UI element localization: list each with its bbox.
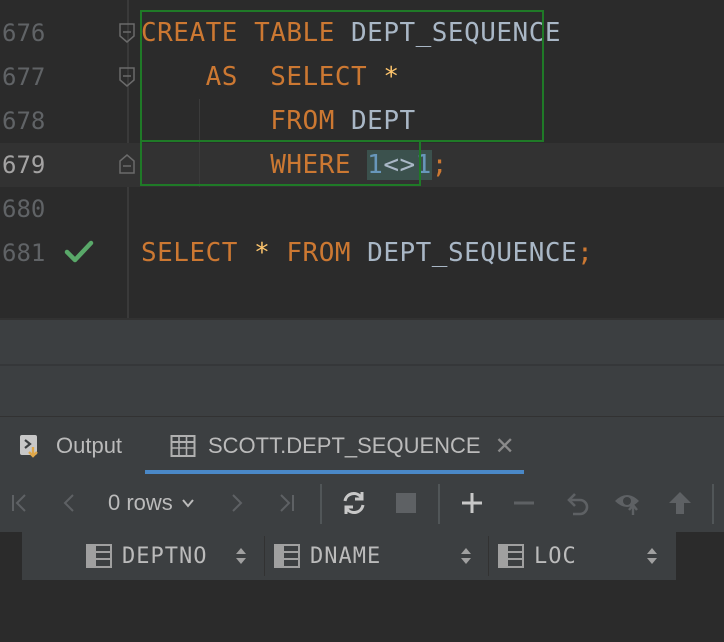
tab-label: Output xyxy=(56,433,123,458)
execution-success-icon xyxy=(64,240,94,263)
preview-icon xyxy=(615,495,639,515)
sort-icon[interactable] xyxy=(646,546,658,566)
line-number: 677 xyxy=(2,63,46,91)
column-separator[interactable] xyxy=(264,536,265,576)
column-header-loc[interactable]: LOC xyxy=(498,532,577,580)
submit-icon xyxy=(669,492,691,514)
statement-highlight-box xyxy=(140,141,421,186)
row-count-dropdown[interactable]: 0 rows xyxy=(108,474,195,532)
column-label: DEPTNO xyxy=(122,543,208,569)
toolbar-separator xyxy=(712,484,714,524)
column-icon xyxy=(498,544,524,568)
last-page-icon xyxy=(280,494,294,512)
stop-button[interactable] xyxy=(390,487,422,519)
line-number: 680 xyxy=(2,195,46,223)
column-separator[interactable] xyxy=(488,536,489,576)
services-tab-bar: Output SCOTT.DEPT_SEQUENCE ✕ xyxy=(0,416,724,475)
code-text: SELECT * FROM DEPT_SEQUENCE; xyxy=(141,238,594,268)
chevron-down-icon xyxy=(182,499,194,508)
preview-button[interactable] xyxy=(612,487,644,519)
grid-header: DEPTNO DNAME LOC xyxy=(22,532,676,580)
fold-icon[interactable] xyxy=(119,23,135,43)
delete-row-button[interactable] xyxy=(508,487,540,519)
next-page-icon xyxy=(232,494,243,512)
refresh-icon xyxy=(343,492,365,514)
data-toolbar: 0 rows xyxy=(0,474,724,532)
tab-scott-dept-sequence[interactable]: SCOTT.DEPT_SEQUENCE ✕ xyxy=(170,417,515,475)
next-page-button[interactable] xyxy=(220,487,252,519)
line-number: 676 xyxy=(2,19,46,47)
revert-button[interactable] xyxy=(561,487,593,519)
delete-row-icon xyxy=(514,501,534,505)
submit-button[interactable] xyxy=(664,487,696,519)
fold-end-icon[interactable] xyxy=(119,154,135,174)
add-row-button[interactable] xyxy=(456,487,488,519)
tab-label: SCOTT.DEPT_SEQUENCE xyxy=(208,433,481,458)
table-icon xyxy=(170,435,196,457)
toolbar-separator xyxy=(438,484,440,524)
statement-highlight-box xyxy=(140,10,544,142)
sql-editor[interactable]: 676 CREATE TABLE DEPT_SEQUENCE 677 AS SE… xyxy=(0,0,724,318)
column-icon xyxy=(86,544,112,568)
output-icon xyxy=(20,435,38,458)
column-icon xyxy=(274,544,300,568)
first-page-button[interactable] xyxy=(4,487,36,519)
code-line[interactable]: 680 xyxy=(0,187,724,231)
close-icon[interactable]: ✕ xyxy=(495,432,515,461)
row-count-label: 0 rows xyxy=(108,490,173,515)
toolbar-separator xyxy=(320,484,322,524)
line-number: 679 xyxy=(2,151,46,179)
sort-icon[interactable] xyxy=(460,546,472,566)
column-header-dname[interactable]: DNAME xyxy=(274,532,381,580)
tab-output[interactable]: Output xyxy=(18,417,122,475)
prev-page-icon xyxy=(63,494,74,512)
stop-icon xyxy=(396,493,416,513)
column-label: LOC xyxy=(534,543,577,569)
editor-status-band xyxy=(0,320,724,416)
line-number: 681 xyxy=(2,239,46,267)
add-row-icon xyxy=(462,493,482,513)
code-line[interactable]: 681 SELECT * FROM DEPT_SEQUENCE; xyxy=(0,231,724,275)
line-number: 678 xyxy=(2,107,46,135)
refresh-button[interactable] xyxy=(338,487,370,519)
fold-icon[interactable] xyxy=(119,67,135,87)
column-label: DNAME xyxy=(310,543,382,569)
last-page-button[interactable] xyxy=(270,487,302,519)
prev-page-button[interactable] xyxy=(54,487,86,519)
first-page-icon xyxy=(12,494,26,512)
column-header-deptno[interactable]: DEPTNO xyxy=(86,532,207,580)
sort-icon[interactable] xyxy=(235,546,247,566)
revert-icon xyxy=(567,493,589,516)
result-grid[interactable]: DEPTNO DNAME LOC xyxy=(0,532,724,642)
